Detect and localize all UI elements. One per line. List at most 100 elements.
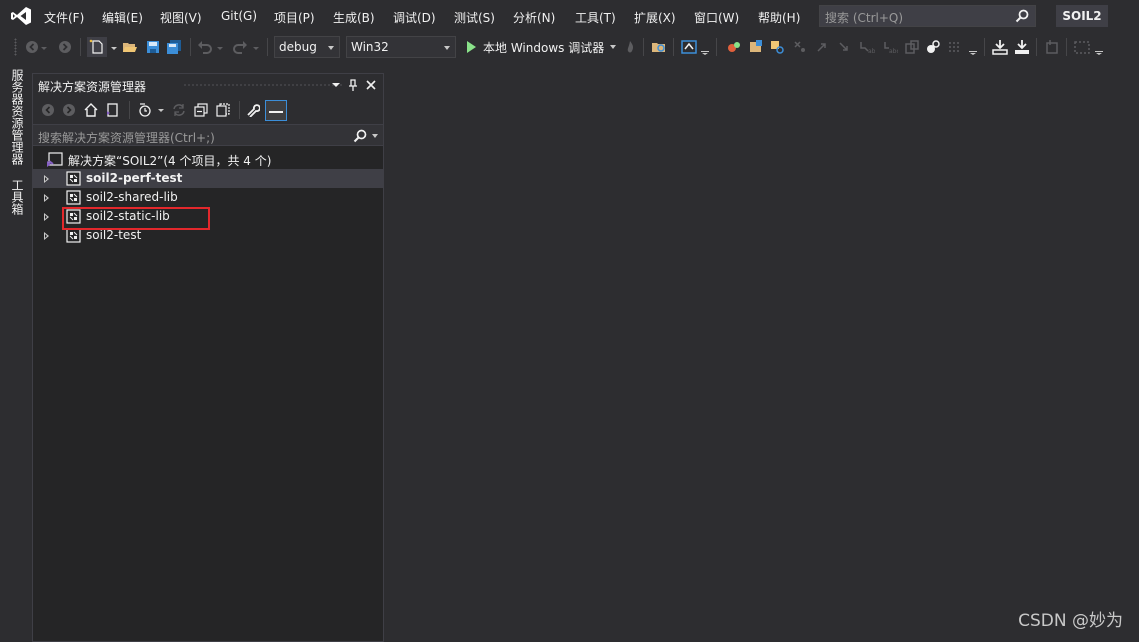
platform-value: Win32 xyxy=(351,40,389,54)
attach-icon[interactable] xyxy=(1044,39,1060,55)
wrench-icon[interactable] xyxy=(246,103,260,117)
vcxproj-icon xyxy=(66,190,81,205)
new-dropdown-icon[interactable] xyxy=(110,39,118,55)
step-over-icon[interactable] xyxy=(815,39,831,55)
expand-arrow-icon[interactable] xyxy=(44,213,49,221)
menu-analyze[interactable]: 分析(N) xyxy=(513,9,555,26)
solution-name-badge: SOIL2 xyxy=(1056,5,1108,27)
properties-icon[interactable] xyxy=(726,39,742,55)
solution-label: 解决方案“SOIL2”(4 个项目，共 4 个) xyxy=(68,154,272,168)
toolbar-separator xyxy=(129,101,130,119)
toolbar-grip[interactable] xyxy=(14,38,17,56)
performance-icon[interactable] xyxy=(1074,39,1090,55)
navigate-back-icon[interactable] xyxy=(24,39,40,55)
solution-explorer-toolbar xyxy=(33,96,383,124)
menu-project[interactable]: 项目(P) xyxy=(274,9,315,26)
back-icon[interactable] xyxy=(41,103,55,117)
menu-view[interactable]: 视图(V) xyxy=(160,9,202,26)
menu-build[interactable]: 生成(B) xyxy=(333,9,375,26)
expand-arrow-icon[interactable] xyxy=(44,175,49,183)
bookmark-icon[interactable] xyxy=(904,39,920,55)
show-all-files-icon[interactable] xyxy=(216,103,230,117)
redo-icon[interactable] xyxy=(232,39,248,55)
overflow-icon[interactable] xyxy=(700,39,710,55)
uncomment-icon[interactable]: abc xyxy=(882,39,898,55)
navigate-forward-icon[interactable] xyxy=(57,39,73,55)
toolbar-separator xyxy=(267,38,268,56)
build-project-icon[interactable] xyxy=(1014,39,1030,55)
toolbar-separator xyxy=(1066,38,1067,56)
open-file-icon[interactable] xyxy=(122,39,138,55)
overflow-icon[interactable] xyxy=(968,39,978,55)
comment-icon[interactable]: abc xyxy=(859,39,875,55)
left-dock-tabs: 服务器资源管理器 工具箱 xyxy=(0,61,30,642)
watermark: CSDN @妙为 xyxy=(1018,611,1123,631)
project-label: soil2-test xyxy=(86,228,142,242)
tab-toolbox[interactable]: 工具箱 xyxy=(9,179,24,215)
hot-reload-icon[interactable] xyxy=(622,39,638,55)
sync-icon[interactable] xyxy=(172,103,186,117)
expand-arrow-icon[interactable] xyxy=(44,232,49,240)
menu-git[interactable]: Git(G) xyxy=(221,9,257,23)
preview-selected-items-button[interactable] xyxy=(265,100,287,121)
build-solution-icon[interactable] xyxy=(992,39,1008,55)
svg-text:abc: abc xyxy=(889,48,898,55)
find-in-files-icon[interactable] xyxy=(651,39,667,55)
forward-icon[interactable] xyxy=(62,103,76,117)
solution-icon xyxy=(47,152,63,167)
search-icon xyxy=(1015,9,1029,23)
solution-search-input[interactable]: 搜索解决方案资源管理器(Ctrl+;) xyxy=(33,124,383,146)
global-search-placeholder: 搜索 (Ctrl+Q) xyxy=(825,11,904,25)
undo-icon[interactable] xyxy=(197,39,213,55)
menu-edit[interactable]: 编辑(E) xyxy=(102,9,143,26)
overflow-icon[interactable] xyxy=(1094,39,1104,55)
toolbar-separator xyxy=(239,101,240,119)
pending-changes-filter-icon[interactable] xyxy=(138,103,152,117)
menu-extensions[interactable]: 扩展(X) xyxy=(634,9,676,26)
menu-debug[interactable]: 调试(D) xyxy=(393,9,436,26)
visual-studio-logo-icon[interactable] xyxy=(10,6,32,26)
toggle-bookmark-icon[interactable] xyxy=(925,39,941,55)
search-options-dropdown-icon[interactable] xyxy=(372,134,378,138)
solution-explorer-titlebar[interactable]: 解决方案资源管理器 xyxy=(33,74,383,96)
toolbar-separator xyxy=(80,38,81,56)
configuration-value: debug xyxy=(279,40,317,54)
close-icon[interactable] xyxy=(364,78,378,92)
redo-dropdown-icon[interactable] xyxy=(252,39,260,55)
back-dropdown-icon[interactable] xyxy=(40,39,48,55)
collapse-all-icon[interactable] xyxy=(194,103,208,117)
global-search-input[interactable]: 搜索 (Ctrl+Q) xyxy=(819,5,1036,27)
menu-file[interactable]: 文件(F) xyxy=(44,9,84,26)
save-icon[interactable] xyxy=(145,39,161,55)
run-dropdown-icon[interactable] xyxy=(610,45,616,49)
step-into-icon[interactable] xyxy=(792,39,808,55)
class-view-icon[interactable] xyxy=(748,39,764,55)
menu-tools[interactable]: 工具(T) xyxy=(575,9,616,26)
menu-test[interactable]: 测试(S) xyxy=(454,9,495,26)
object-browser-icon[interactable] xyxy=(769,39,785,55)
switch-views-icon[interactable] xyxy=(106,103,120,117)
save-all-icon[interactable] xyxy=(166,39,182,55)
menu-help[interactable]: 帮助(H) xyxy=(758,9,800,26)
project-node[interactable]: soil2-shared-lib xyxy=(33,188,383,207)
next-bookmark-icon[interactable] xyxy=(947,39,963,55)
configuration-select[interactable]: debug xyxy=(274,36,340,58)
undo-dropdown-icon[interactable] xyxy=(216,39,224,55)
toolbar-separator xyxy=(673,38,674,56)
window-position-dropdown-icon[interactable] xyxy=(329,78,343,92)
editor-area: CSDN @妙为 xyxy=(384,61,1139,642)
project-node[interactable]: soil2-perf-test xyxy=(33,169,383,188)
expand-arrow-icon[interactable] xyxy=(44,194,49,202)
solution-explorer-panel: 解决方案资源管理器 搜索解决方案资源管理器(Ctrl+;) 解决方案“SOIL2… xyxy=(32,73,384,642)
solution-explorer-icon[interactable] xyxy=(681,39,697,55)
pin-icon[interactable] xyxy=(346,78,360,92)
start-debugging-label: 本地 Windows 调试器 xyxy=(483,41,605,55)
home-icon[interactable] xyxy=(84,103,98,117)
filter-dropdown-icon[interactable] xyxy=(157,103,165,117)
platform-select[interactable]: Win32 xyxy=(346,36,456,58)
new-project-icon[interactable] xyxy=(87,37,107,57)
tab-server-explorer[interactable]: 服务器资源管理器 xyxy=(9,69,24,165)
solution-node[interactable]: 解决方案“SOIL2”(4 个项目，共 4 个) xyxy=(33,150,383,169)
menu-window[interactable]: 窗口(W) xyxy=(694,9,739,26)
step-out-icon[interactable] xyxy=(837,39,853,55)
